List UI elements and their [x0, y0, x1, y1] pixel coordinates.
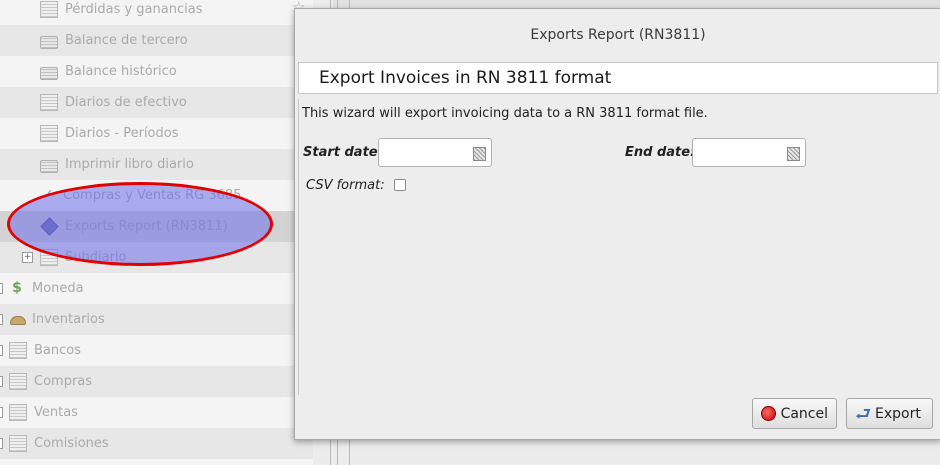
tree-item-inventarios[interactable]: Inventarios	[0, 304, 313, 335]
tree-item-label: Inventarios	[32, 312, 105, 327]
hat-icon	[9, 312, 26, 327]
sheet-icon	[40, 1, 58, 18]
sheet-icon	[40, 249, 58, 266]
tree-item-comisiones[interactable]: Comisiones	[0, 428, 313, 459]
tree-item-moneda[interactable]: $ Moneda	[0, 273, 313, 304]
tree-item-label: Subdiario	[65, 250, 127, 265]
export-button-label: Export	[875, 405, 921, 422]
tree-item-imprimir-libro-diario[interactable]: Imprimir libro diario	[0, 149, 313, 180]
tree-item-label: Balance de tercero	[65, 33, 188, 48]
printer-icon	[40, 66, 58, 80]
expand-icon[interactable]	[0, 314, 3, 325]
printer-icon	[40, 35, 58, 49]
end-date-field[interactable]	[692, 138, 806, 167]
return-icon	[855, 402, 873, 432]
calendar-icon[interactable]	[473, 147, 486, 161]
tree-item-label: Imprimir libro diario	[65, 157, 194, 172]
sheet-icon	[40, 94, 58, 111]
tree-item-balance-historico[interactable]: Balance histórico	[0, 56, 313, 87]
sheet-icon	[9, 342, 27, 359]
tree-item-label: Compras	[34, 374, 93, 389]
tree-item-label: Balance histórico	[65, 64, 177, 79]
export-button[interactable]: Export	[846, 398, 933, 432]
tree-item-label: Comisiones	[34, 436, 109, 451]
tree-item-diarios-efectivo[interactable]: Diarios de efectivo	[0, 87, 313, 118]
sheet-icon	[9, 373, 27, 390]
start-date-label: Start date:	[303, 145, 383, 160]
tree-item-label: Pérdidas y ganancias	[65, 2, 203, 17]
dialog-title[interactable]: Exports Report (RN3811)	[295, 9, 940, 61]
tree-item-perdidas-ganancias[interactable]: Pérdidas y ganancias ☆	[0, 0, 313, 25]
cancel-button[interactable]: Cancel	[752, 398, 837, 429]
printer-icon	[40, 159, 58, 173]
sheet-icon	[40, 125, 58, 142]
expand-icon[interactable]: +	[22, 252, 33, 263]
tree-item-label: Diarios - Períodos	[65, 126, 179, 141]
money-icon: $	[12, 280, 22, 296]
tree-item-ventas[interactable]: Ventas	[0, 397, 313, 428]
tree-item-balance-tercero[interactable]: Balance de tercero	[0, 25, 313, 56]
tree-item-label: Exports Report (RN3811)	[65, 219, 228, 234]
tree-item-label: Diarios de efectivo	[65, 95, 187, 110]
start-date-field[interactable]	[378, 138, 492, 167]
expand-icon[interactable]	[0, 283, 3, 294]
tree-item-label: Moneda	[32, 281, 84, 296]
end-date-input[interactable]	[697, 143, 787, 164]
menu-tree: Pérdidas y ganancias ☆ Balance de tercer…	[0, 0, 313, 465]
tree-item-label: Bancos	[34, 343, 81, 358]
sheet-icon	[9, 435, 27, 452]
tree-item-compras[interactable]: Compras	[0, 366, 313, 397]
dialog-content: This wizard will export invoicing data t…	[298, 99, 938, 395]
tree-item-label: Compras y Ventas RG 3685	[63, 188, 242, 203]
cancel-button-label: Cancel	[780, 405, 828, 422]
tree-item-compras-ventas-rg[interactable]: ✓ Compras y Ventas RG 3685	[0, 180, 313, 211]
tree-item-exports-report[interactable]: Exports Report (RN3811)	[0, 211, 313, 242]
tree-item-bancos[interactable]: Bancos	[0, 335, 313, 366]
check-icon: ✓	[42, 187, 54, 203]
expand-icon[interactable]	[0, 407, 3, 418]
export-wizard-dialog: Exports Report (RN3811) Export Invoices …	[294, 8, 940, 440]
sheet-icon	[9, 404, 27, 421]
csv-format-label: CSV format:	[306, 178, 385, 193]
tree-item-label: Ventas	[34, 405, 78, 420]
tree-item-subdiario[interactable]: + Subdiario	[0, 242, 313, 273]
diamond-icon	[40, 217, 59, 236]
start-date-input[interactable]	[383, 143, 473, 164]
stop-icon	[761, 406, 776, 421]
expand-icon[interactable]	[0, 345, 3, 356]
wizard-description: This wizard will export invoicing data t…	[302, 106, 708, 121]
end-date-label: End date:	[625, 145, 696, 160]
dialog-header: Export Invoices in RN 3811 format	[298, 62, 938, 94]
csv-format-checkbox[interactable]	[394, 179, 406, 191]
calendar-icon[interactable]	[787, 147, 800, 161]
expand-icon[interactable]	[0, 376, 3, 387]
expand-icon[interactable]	[0, 438, 3, 449]
tree-item-diarios-periodos[interactable]: Diarios - Períodos	[0, 118, 313, 149]
